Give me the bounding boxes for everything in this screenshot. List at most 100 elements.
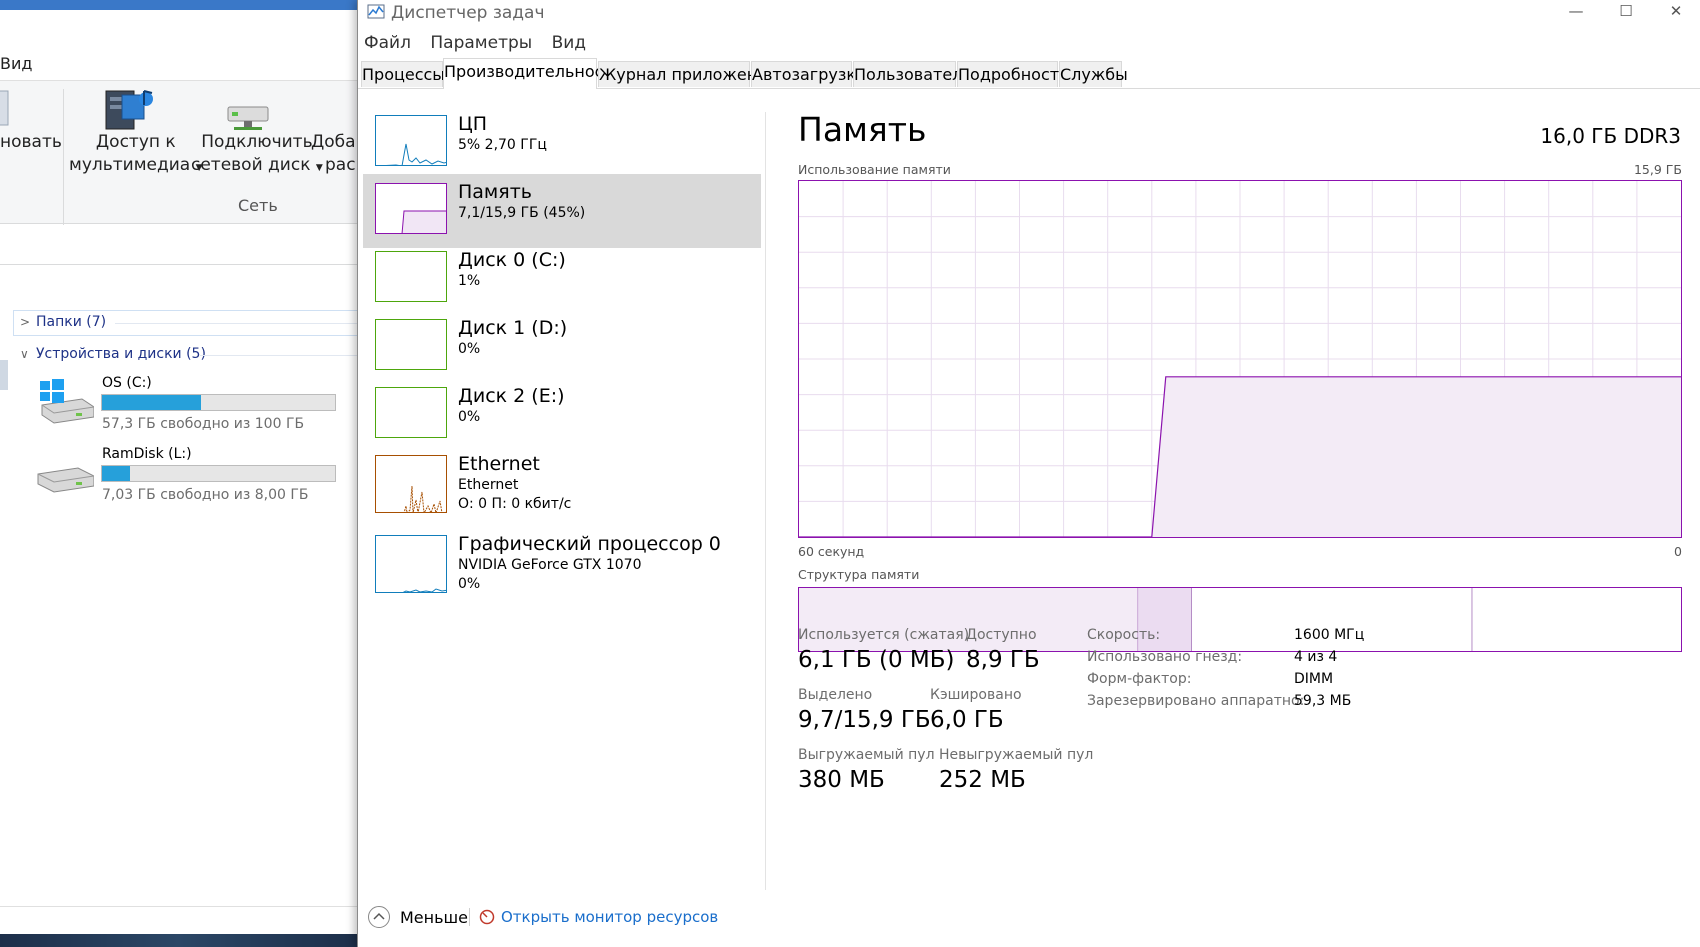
form-factor-value: DIMM bbox=[1294, 671, 1334, 687]
tab-performance[interactable]: Производительность bbox=[443, 58, 622, 89]
group-divider bbox=[200, 355, 357, 356]
resource-cpu[interactable]: ЦП 5% 2,70 ГГц bbox=[363, 106, 761, 180]
time-axis-right: 0 bbox=[1674, 544, 1682, 559]
resource-disk-2[interactable]: Диск 2 (E:) 0% bbox=[363, 378, 761, 452]
fewer-details-button[interactable]: Меньше bbox=[400, 908, 468, 927]
resource-disk-1[interactable]: Диск 1 (D:) 0% bbox=[363, 310, 761, 384]
chevron-up-circle-icon[interactable] bbox=[368, 906, 390, 928]
explorer-address-area bbox=[0, 236, 357, 265]
tab-services[interactable]: Службы bbox=[1059, 61, 1128, 87]
map-network-drive-label-1: Подключить bbox=[201, 132, 313, 152]
explorer-title-strip bbox=[0, 0, 357, 10]
open-resource-monitor-link[interactable]: Открыть монитор ресурсов bbox=[501, 908, 718, 926]
hardware-reserved-value: 59,3 МБ bbox=[1294, 693, 1352, 709]
ribbon-tab-view[interactable]: Вид bbox=[0, 54, 32, 73]
tab-details[interactable]: Подробности bbox=[957, 61, 1069, 87]
committed-label: Выделено bbox=[798, 687, 873, 703]
paged-pool-value: 380 МБ bbox=[798, 767, 885, 793]
minimize-icon: — bbox=[1568, 2, 1584, 20]
ribbon-button-rename-partial[interactable]: новать bbox=[0, 131, 62, 154]
resource-name: Память bbox=[458, 181, 532, 203]
available-value: 8,9 ГБ bbox=[966, 647, 1040, 673]
resource-usage: 0% bbox=[458, 576, 481, 592]
menu-view[interactable]: Вид bbox=[552, 33, 586, 53]
explorer-ribbon: новать Доступ к мультимедиа ▼ Подключить… bbox=[0, 80, 357, 225]
disk-1-mini-graph bbox=[375, 319, 447, 370]
resource-detail: NVIDIA GeForce GTX 1070 bbox=[458, 557, 642, 573]
usage-area bbox=[1151, 376, 1681, 537]
resource-name: ЦП bbox=[458, 113, 488, 135]
tab-app-history[interactable]: Журнал приложений bbox=[598, 61, 778, 87]
chevron-down-icon: ∨ bbox=[20, 347, 29, 361]
tab-startup[interactable]: Автозагрузка bbox=[751, 61, 866, 87]
minimize-button[interactable]: — bbox=[1551, 0, 1601, 26]
devices-group-header[interactable]: ∨ Устройства и диски (5) bbox=[20, 346, 206, 362]
resource-ethernet[interactable]: Ethernet Ethernet О: 0 П: 0 кбит/с bbox=[363, 446, 761, 526]
nonpaged-pool-value: 252 МБ bbox=[939, 767, 1026, 793]
media-access-label-1: Доступ к bbox=[95, 132, 176, 152]
menu-file[interactable]: Файл bbox=[364, 33, 411, 53]
in-use-value: 6,1 ГБ (0 МБ) bbox=[798, 647, 955, 673]
title-bar: Диспетчер задач — ☐ ✕ bbox=[358, 0, 1700, 26]
map-network-drive-label-2: сетевой диск bbox=[191, 155, 311, 175]
folders-group-focus-outline bbox=[13, 310, 357, 336]
memory-panel: Память 16,0 ГБ DDR3 Использование памяти… bbox=[798, 106, 1693, 906]
tab-users[interactable]: Пользователи bbox=[853, 61, 973, 87]
add-network-location-button[interactable]: Добав рас bbox=[311, 131, 357, 177]
task-manager-icon bbox=[367, 4, 385, 19]
partial-ribbon-icon bbox=[0, 90, 9, 126]
resource-name: Диск 0 (C:) bbox=[458, 249, 566, 271]
drive-name: OS (C:) bbox=[102, 375, 152, 391]
ethernet-mini-graph bbox=[375, 455, 447, 513]
explorer-status-divider bbox=[0, 906, 357, 907]
tab-processes[interactable]: Процессы bbox=[361, 61, 445, 87]
resource-name: Диск 2 (E:) bbox=[458, 385, 565, 407]
slots-label: Использовано гнезд: bbox=[1087, 649, 1243, 665]
cpu-mini-graph bbox=[375, 115, 447, 166]
tab-strip: Процессы Производительность Журнал прило… bbox=[358, 58, 1700, 89]
map-network-drive-button[interactable]: Подключить сетевой диск ▼ bbox=[191, 131, 323, 180]
ribbon-group-network-label: Сеть bbox=[238, 196, 278, 215]
maximize-button[interactable]: ☐ bbox=[1601, 0, 1651, 26]
available-label: Доступно bbox=[966, 627, 1037, 643]
windows-drive-icon bbox=[40, 379, 94, 424]
resource-list: ЦП 5% 2,70 ГГц Память 7,1/15,9 ГБ (45%) … bbox=[358, 106, 773, 796]
slots-value: 4 из 4 bbox=[1294, 649, 1338, 665]
resource-detail: 1% bbox=[458, 273, 481, 289]
drive-usage-bar bbox=[101, 465, 336, 482]
resource-disk-0[interactable]: Диск 0 (C:) 1% bbox=[363, 242, 761, 316]
ribbon-separator bbox=[63, 89, 64, 225]
resource-gpu[interactable]: Графический процессор 0 NVIDIA GeForce G… bbox=[363, 526, 761, 606]
desktop-strip bbox=[0, 934, 357, 947]
time-axis-left: 60 секунд bbox=[798, 544, 865, 559]
close-button[interactable]: ✕ bbox=[1651, 0, 1700, 26]
cached-value: 6,0 ГБ bbox=[930, 707, 1004, 733]
in-use-label: Используется (сжатая) bbox=[798, 627, 970, 643]
drive-usage-bar bbox=[101, 394, 336, 411]
speed-value: 1600 МГц bbox=[1294, 627, 1365, 643]
resource-name: Диск 1 (D:) bbox=[458, 317, 568, 339]
file-explorer-window: Вид новать Доступ к мультимедиа ▼ Подклю… bbox=[0, 0, 357, 947]
resource-name: Ethernet bbox=[458, 453, 540, 475]
resource-detail: Ethernet bbox=[458, 477, 519, 493]
resource-memory[interactable]: Память 7,1/15,9 ГБ (45%) bbox=[363, 174, 761, 248]
drive-name: RamDisk (L:) bbox=[102, 446, 192, 462]
footer-separator bbox=[469, 908, 470, 926]
drive-free-space: 57,3 ГБ свободно из 100 ГБ bbox=[102, 416, 305, 432]
cached-label: Кэшировано bbox=[930, 687, 1022, 703]
devices-group-label: Устройства и диски (5) bbox=[36, 346, 206, 362]
composition-free[interactable] bbox=[1471, 588, 1681, 651]
menu-options[interactable]: Параметры bbox=[430, 33, 532, 53]
drive-usage-fill bbox=[102, 466, 131, 481]
paged-pool-label: Выгружаемый пул bbox=[798, 747, 935, 763]
usage-chart-label: Использование памяти bbox=[798, 162, 951, 177]
footer-bar: Меньше Открыть монитор ресурсов bbox=[358, 898, 1700, 938]
drive-item-c[interactable]: OS (C:) 57,3 ГБ свободно из 100 ГБ bbox=[36, 375, 356, 441]
drive-item-l[interactable]: RamDisk (L:) 7,03 ГБ свободно из 8,00 ГБ bbox=[36, 446, 356, 512]
page-title: Память bbox=[798, 110, 927, 149]
committed-value: 9,7/15,9 ГБ bbox=[798, 707, 931, 733]
media-access-button[interactable]: Доступ к мультимедиа ▼ bbox=[69, 131, 203, 180]
memory-usage-chart bbox=[798, 180, 1682, 538]
resource-detail: 0% bbox=[458, 409, 481, 425]
media-server-icon bbox=[105, 90, 153, 130]
